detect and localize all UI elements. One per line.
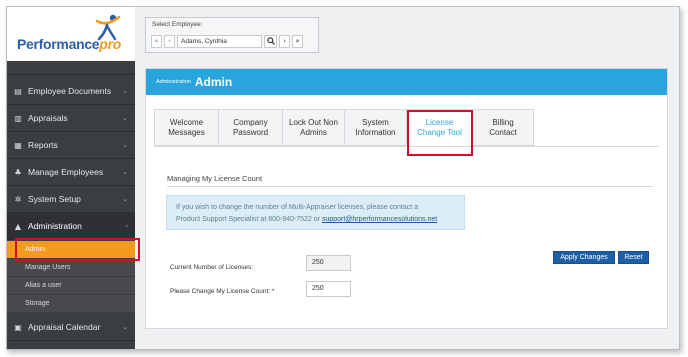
info-text-line-2-text: Product Support Specialist at 800-940-75…: [176, 216, 320, 223]
sidebar-item-appraisal-calendar[interactable]: ▣ Appraisal Calendar ⌄: [7, 314, 135, 341]
sidebar-item-label: Administration: [28, 221, 82, 231]
sidebar-top-divider: [7, 61, 135, 75]
admin-panel: Administration Admin Welcome Messages Co…: [145, 68, 668, 329]
last-employee-button[interactable]: »: [292, 34, 303, 48]
tab-bar: Welcome Messages Company Password Lock O…: [154, 109, 534, 146]
sidebar-item-administration[interactable]: ▲ Administration ‹: [7, 213, 135, 240]
report-icon: ▦: [14, 140, 22, 150]
current-licenses-value: 250: [306, 255, 351, 271]
sidebar-item-label: Employee Documents: [28, 86, 112, 96]
employee-nav: « ‹ Adams, Cynthia › »: [151, 34, 303, 48]
license-count-input[interactable]: 250: [306, 281, 351, 297]
info-text-line-2: Product Support Specialist at 800-940-75…: [176, 214, 455, 226]
appraisal-icon: ▥: [14, 113, 22, 123]
tab-system-information[interactable]: System Information: [344, 109, 406, 146]
section-divider: [167, 186, 653, 187]
sidebar-item-employee-documents[interactable]: ▤ Employee Documents ⌄: [7, 78, 135, 105]
sidebar-subitem-storage[interactable]: Storage: [7, 295, 135, 313]
previous-employee-button[interactable]: ‹: [164, 34, 175, 48]
tab-billing-contact[interactable]: Billing Contact: [472, 109, 534, 146]
tab-welcome-messages[interactable]: Welcome Messages: [154, 109, 218, 146]
chevron-down-icon: ⌄: [122, 195, 128, 203]
sidebar: ▤ Employee Documents ⌄ ▥ Appraisals ⌄ ▦ …: [7, 61, 135, 349]
app-window: Performancepro Select Employee: « ‹ Adam…: [6, 6, 680, 350]
panel-header: Administration Admin: [146, 69, 667, 95]
chevron-left-icon: ‹: [125, 222, 128, 230]
top-bar: Select Employee: « ‹ Adams, Cynthia › »: [135, 7, 679, 61]
logo-text-main: Performance: [17, 36, 100, 52]
tab-lock-out-non-admins[interactable]: Lock Out Non Admins: [282, 109, 344, 146]
sidebar-item-reports[interactable]: ▦ Reports ⌄: [7, 132, 135, 159]
logo-area: Performancepro: [7, 7, 135, 61]
chevron-down-icon: ⌄: [122, 87, 128, 95]
calendar-icon: ▣: [14, 322, 22, 332]
first-employee-button[interactable]: «: [151, 34, 162, 48]
change-license-count-label: Please Change My License Count: *: [170, 288, 275, 295]
info-message: If you wish to change the number of Mult…: [166, 195, 465, 230]
chevron-down-icon: ⌄: [122, 168, 128, 176]
sidebar-item-label: Appraisal Calendar: [28, 322, 101, 332]
employee-input[interactable]: Adams, Cynthia: [177, 34, 262, 48]
sidebar-item-label: Appraisals: [28, 113, 68, 123]
breadcrumb[interactable]: Administration: [156, 79, 191, 85]
sidebar-item-label: Manage Employees: [28, 167, 104, 177]
sidebar-item-label: System Setup: [28, 194, 81, 204]
support-email-link[interactable]: support@hrperformancesolutions.net: [322, 216, 437, 223]
chevron-down-icon: ⌄: [122, 323, 128, 331]
search-icon: [266, 37, 275, 45]
section-title: Managing My License Count: [167, 174, 263, 183]
employee-selector: Select Employee: « ‹ Adams, Cynthia › »: [145, 17, 319, 53]
admin-icon: ▲: [14, 221, 22, 231]
apply-changes-button[interactable]: Apply Changes: [553, 251, 615, 264]
logo-text-accent: pro: [99, 36, 121, 52]
document-icon: ▤: [14, 86, 22, 96]
info-text-line-1: If you wish to change the number of Mult…: [176, 204, 419, 211]
license-tab-highlight-box: [407, 110, 473, 156]
current-licenses-label: Current Number of Licenses:: [170, 264, 254, 271]
next-employee-button[interactable]: ›: [279, 34, 290, 48]
chevron-down-icon: ⌄: [122, 114, 128, 122]
chevron-down-icon: ⌄: [122, 141, 128, 149]
search-button[interactable]: [264, 34, 277, 48]
sidebar-subitem-manage-users[interactable]: Manage Users: [7, 259, 135, 277]
employee-selector-label: Select Employee:: [152, 21, 203, 28]
sidebar-item-label: Reports: [28, 140, 58, 150]
logo[interactable]: Performancepro: [17, 36, 121, 52]
sidebar-item-system-setup[interactable]: ✲ System Setup ⌄: [7, 186, 135, 213]
admin-highlight-box: [15, 238, 140, 261]
reset-button[interactable]: Reset: [618, 251, 649, 264]
users-icon: ♣: [14, 167, 22, 177]
sidebar-subitem-alias-user[interactable]: Alias a user: [7, 277, 135, 295]
page-title: Admin: [194, 75, 233, 89]
tab-company-password[interactable]: Company Password: [218, 109, 282, 146]
sidebar-item-manage-employees[interactable]: ♣ Manage Employees ⌄: [7, 159, 135, 186]
gear-icon: ✲: [14, 194, 22, 204]
sidebar-item-appraisals[interactable]: ▥ Appraisals ⌄: [7, 105, 135, 132]
